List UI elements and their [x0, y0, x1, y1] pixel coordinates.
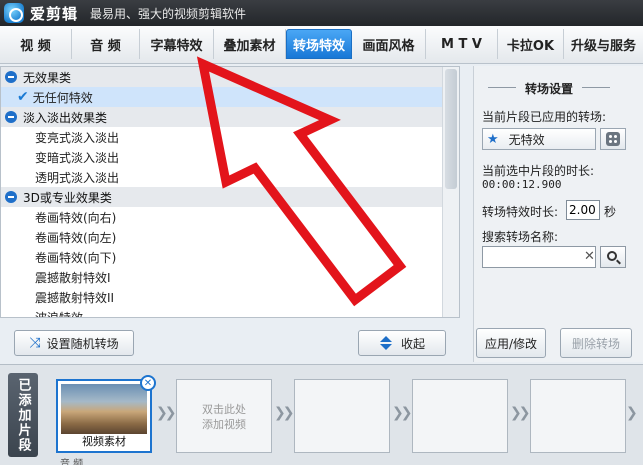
shuffle-icon: ⤨: [29, 335, 41, 351]
collapse-button[interactable]: 收起: [358, 330, 446, 356]
effect-duration-input[interactable]: [566, 200, 600, 220]
effect-group-no-effect[interactable]: 无效果类: [1, 67, 443, 87]
tab-audio[interactable]: 音 频: [72, 29, 140, 59]
transition-effects-list: 无效果类 ✔ 无任何特效 淡入淡出效果类 变亮式淡入淡出 变暗式淡入淡出 透明式…: [0, 66, 460, 318]
random-transition-label: 设置随机转场: [46, 336, 119, 351]
effect-item-roll-down[interactable]: 卷画特效(向下): [1, 247, 443, 267]
effect-duration-unit: 秒: [604, 205, 617, 219]
tab-video[interactable]: 视 频: [0, 29, 72, 59]
added-clips-label: 已添加片段: [8, 373, 38, 457]
effects-list-scroll: 无效果类 ✔ 无任何特效 淡入淡出效果类 变亮式淡入淡出 变暗式淡入淡出 透明式…: [1, 67, 443, 317]
effect-item-label: 无任何特效: [32, 90, 93, 105]
effect-item-wave[interactable]: 波浪特效: [1, 307, 443, 318]
clip-duration-value: 00:00:12.900: [482, 178, 562, 191]
tab-mtv[interactable]: M T V: [426, 29, 498, 59]
audio-track-label: 音 频: [60, 459, 84, 465]
collapse-minus-icon[interactable]: [5, 111, 17, 123]
remove-clip-icon[interactable]: ✕: [140, 375, 156, 391]
empty-clip-slot[interactable]: [294, 379, 390, 453]
applied-transition-value: 无特效: [508, 132, 545, 147]
effects-list-scrollbar[interactable]: [442, 67, 459, 317]
checkmark-icon: ✔: [17, 89, 29, 105]
tab-transition-effects[interactable]: 转场特效: [286, 29, 352, 59]
effect-group-3d[interactable]: 3D或专业效果类: [1, 187, 443, 207]
effect-item-fade-transparent[interactable]: 透明式淡入淡出: [1, 167, 443, 187]
app-logo-icon: [4, 3, 24, 23]
collapse-label: 收起: [400, 336, 425, 351]
group-label: 淡入淡出效果类: [23, 110, 108, 125]
collapse-minus-icon[interactable]: [5, 191, 17, 203]
empty-clip-slot[interactable]: [530, 379, 626, 453]
transition-arrow-icon[interactable]: ❯: [626, 405, 638, 421]
effect-item-fade-darken[interactable]: 变暗式淡入淡出: [1, 147, 443, 167]
effect-group-fade[interactable]: 淡入淡出效果类: [1, 107, 443, 127]
empty-clip-slot[interactable]: [412, 379, 508, 453]
placeholder-line2: 添加视频: [202, 418, 246, 431]
add-video-slot[interactable]: 双击此处 添加视频: [176, 379, 272, 453]
transition-arrow-icon[interactable]: ❯❯: [510, 405, 531, 421]
add-video-placeholder: 双击此处 添加视频: [177, 402, 271, 432]
transition-arrow-icon[interactable]: ❯❯: [156, 405, 177, 421]
effect-duration-label: 转场特效时长:: [482, 205, 559, 219]
scrollbar-thumb[interactable]: [445, 69, 457, 189]
search-button[interactable]: [600, 246, 626, 268]
main-tab-bar: 视 频 音 频 字幕特效 叠加素材 转场特效 画面风格 M T V 卡拉OK 升…: [0, 26, 643, 64]
group-label: 3D或专业效果类: [23, 190, 112, 205]
collapse-arrows-icon: [379, 336, 393, 350]
dice-icon: [606, 132, 620, 146]
video-thumbnail: [61, 384, 147, 434]
video-clip[interactable]: 视频素材: [56, 379, 152, 453]
transition-arrow-icon[interactable]: ❯❯: [274, 405, 295, 421]
tab-subtitle-effects[interactable]: 字幕特效: [140, 29, 214, 59]
applied-transition-display[interactable]: ★ 无特效: [482, 128, 596, 150]
effect-item-roll-right[interactable]: 卷画特效(向右): [1, 207, 443, 227]
timeline-panel: 已添加片段 视频素材 ✕ ❯❯ 双击此处 添加视频 ❯❯ ❯❯ ❯❯ ❯ 音 频: [0, 364, 643, 465]
effect-item-scatter-1[interactable]: 震撼散射特效I: [1, 267, 443, 287]
delete-transition-button[interactable]: 删除转场: [560, 328, 632, 358]
app-name: 爱剪辑: [30, 4, 79, 23]
title-bar: 爱剪辑 最易用、强大的视频剪辑软件: [0, 0, 643, 26]
group-label: 无效果类: [23, 70, 72, 85]
effect-item-fade-brighten[interactable]: 变亮式淡入淡出: [1, 127, 443, 147]
app-slogan: 最易用、强大的视频剪辑软件: [90, 6, 247, 21]
tab-overlay-materials[interactable]: 叠加素材: [214, 29, 286, 59]
random-dice-button[interactable]: [600, 128, 626, 150]
tab-picture-style[interactable]: 画面风格: [352, 29, 426, 59]
search-transition-label: 搜索转场名称:: [482, 230, 559, 244]
clear-icon[interactable]: ✕: [584, 249, 595, 264]
collapse-minus-icon[interactable]: [5, 71, 17, 83]
random-transition-button[interactable]: ⤨ 设置随机转场: [14, 330, 134, 356]
settings-title: 转场设置: [474, 80, 624, 97]
apply-modify-button[interactable]: 应用/修改: [476, 328, 546, 358]
tab-karaoke[interactable]: 卡拉OK: [498, 29, 564, 59]
placeholder-line1: 双击此处: [202, 403, 246, 416]
star-icon: ★: [487, 131, 499, 147]
search-transition-input[interactable]: [482, 246, 596, 268]
effect-item-scatter-2[interactable]: 震撼散射特效II: [1, 287, 443, 307]
applied-transition-label: 当前片段已应用的转场:: [482, 110, 607, 124]
transition-arrow-icon[interactable]: ❯❯: [392, 405, 413, 421]
video-clip-caption: 视频素材: [82, 435, 126, 448]
tab-upgrade-service[interactable]: 升级与服务: [564, 29, 643, 59]
effect-item-roll-left[interactable]: 卷画特效(向左): [1, 227, 443, 247]
clip-duration-label: 当前选中片段的时长:: [482, 164, 595, 178]
transition-settings-panel: 转场设置 当前片段已应用的转场: ★ 无特效 当前选中片段的时长: 00:00:…: [473, 66, 643, 362]
effect-item-none[interactable]: ✔ 无任何特效: [1, 87, 443, 107]
search-icon: [607, 251, 617, 261]
